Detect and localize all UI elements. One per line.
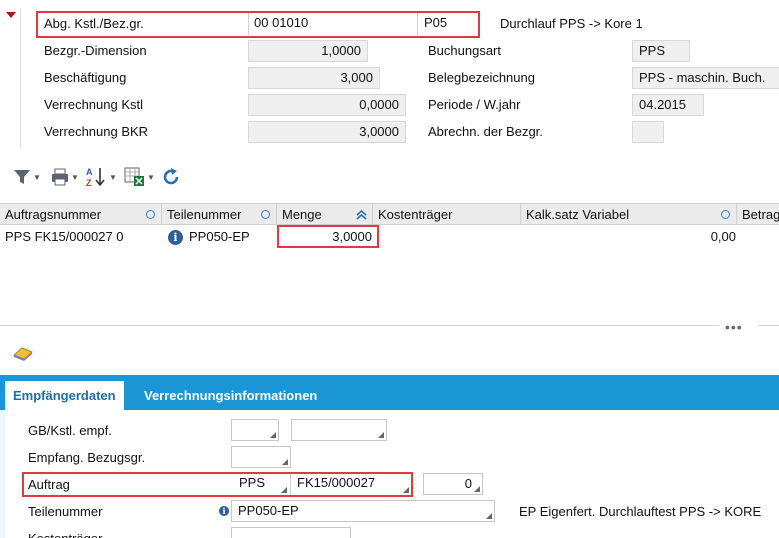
field-separator [290, 473, 291, 495]
abrechnung-field[interactable] [632, 121, 664, 143]
info-icon[interactable]: i [168, 230, 183, 245]
teilenummer-description: EP Eigenfert. Durchlauftest PPS -> KORE [519, 504, 762, 519]
gb-kstl-name-dropdown[interactable] [291, 419, 387, 441]
column-header-teilenummer[interactable]: Teilenummer [162, 204, 277, 225]
detail-panel: GB/Kstl. empf. Empfang. Bezugsgr. Auftra… [0, 410, 779, 538]
refresh-button[interactable] [160, 165, 182, 189]
print-icon [52, 168, 68, 186]
belegbezeichnung-label: Belegbezeichnung [428, 70, 535, 85]
verrechnung-bkr-field[interactable]: 3,0000 [248, 121, 406, 143]
sort-az-icon: A Z [86, 167, 105, 188]
column-header-menge[interactable]: Menge [277, 204, 373, 225]
abg-kstl-label: Abg. Kstl./Bez.gr. [44, 16, 144, 31]
belegbezeichnung-field[interactable]: PPS - maschin. Buch. [632, 67, 779, 89]
teilenummer-dropdown[interactable]: PP050-EP [231, 500, 495, 522]
buchungsart-field[interactable]: PPS [632, 40, 690, 62]
auftrag-pos-dropdown[interactable]: 0 [423, 473, 483, 495]
eraser-icon[interactable] [12, 344, 36, 362]
excel-export-icon [124, 167, 144, 186]
auftrag-number-dropdown[interactable]: FK15/000027 [291, 473, 411, 495]
splitter-line [0, 325, 719, 326]
cell-auftragsnummer: PPS FK15/000027 0 [5, 229, 124, 244]
sort-button[interactable]: A Z ▼ [86, 165, 117, 189]
auftrag-label: Auftrag [28, 477, 70, 492]
verrechnung-kstl-label: Verrechnung Kstl [44, 97, 144, 112]
tab-verrechnungsinformationen[interactable]: Verrechnungsinformationen [136, 381, 325, 410]
excel-export-button[interactable]: ▼ [124, 165, 155, 189]
column-header-label: Betrag [742, 207, 779, 222]
column-header-kalk-satz[interactable]: Kalk.satz Variabel [521, 204, 737, 225]
periode-label: Periode / W.jahr [428, 97, 521, 112]
kostentraeger-dropdown[interactable] [231, 527, 351, 538]
durchlauf-text: Durchlauf PPS -> Kore 1 [500, 16, 643, 31]
panel-left-border [0, 410, 5, 538]
auftrag-type-dropdown[interactable]: PPS [233, 473, 289, 495]
splitter-handle[interactable]: ••• [725, 319, 743, 335]
bezgr-dimension-label: Bezgr.-Dimension [44, 43, 147, 58]
column-header-label: Auftragsnummer [5, 207, 102, 222]
chevron-down-icon: ▼ [71, 172, 79, 182]
splitter-line [758, 325, 779, 326]
chevron-down-icon: ▼ [33, 172, 41, 182]
header-divider [20, 8, 21, 148]
verrechnung-bkr-label: Verrechnung BKR [44, 124, 149, 139]
periode-field[interactable]: 04.2015 [632, 94, 704, 116]
beschaeftigung-label: Beschäftigung [44, 70, 127, 85]
cell-menge[interactable]: 3,0000 [280, 226, 372, 248]
sort-ascending-icon[interactable] [356, 209, 367, 220]
column-header-kostentraeger[interactable]: Kostenträger [373, 204, 521, 225]
field-separator [417, 13, 418, 35]
empfang-bezugsgr-dropdown[interactable] [231, 446, 291, 468]
column-header-label: Teilenummer [167, 207, 242, 222]
bezgr-dimension-field[interactable]: 1,0000 [248, 40, 368, 62]
column-header-label: Kalk.satz Variabel [526, 207, 630, 222]
chevron-down-icon: ▼ [109, 172, 117, 182]
field-separator [248, 13, 249, 35]
column-header-betrag[interactable]: Betrag [737, 204, 779, 225]
kostentraeger-label: Kostenträger [28, 529, 102, 538]
cell-kalk-satz: 0,00 [710, 229, 736, 244]
cell-teilenummer: PP050-EP [189, 229, 250, 244]
abg-kstl-field[interactable]: 00 01010 [248, 13, 418, 35]
column-header-label: Menge [282, 207, 322, 222]
tab-empfaengerdaten[interactable]: Empfängerdaten [5, 381, 124, 410]
buchungsart-label: Buchungsart [428, 43, 501, 58]
grid-header: Auftragsnummer Teilenummer Menge Kostent… [0, 203, 779, 225]
column-header-auftragsnummer[interactable]: Auftragsnummer [0, 204, 162, 225]
teilenummer-label: Teilenummer [28, 504, 103, 519]
tab-bar: Empfängerdaten Verrechnungsinformationen [0, 375, 779, 410]
column-menu-icon[interactable] [146, 210, 155, 219]
gb-kstl-dropdown[interactable] [231, 419, 279, 441]
info-icon[interactable]: i [219, 506, 229, 516]
column-menu-icon[interactable] [261, 210, 270, 219]
bez-gr-field[interactable]: P05 [418, 13, 476, 35]
beschaeftigung-field[interactable]: 3,000 [248, 67, 380, 89]
column-menu-icon[interactable] [721, 210, 730, 219]
filter-button[interactable]: ▼ [12, 165, 41, 189]
verrechnung-kstl-field[interactable]: 0,0000 [248, 94, 406, 116]
collapse-arrow-icon[interactable] [6, 12, 16, 18]
abrechnung-label: Abrechn. der Bezgr. [428, 124, 543, 139]
svg-text:A: A [86, 167, 93, 177]
filter-icon [14, 170, 30, 184]
empfang-bezugsgr-label: Empfang. Bezugsgr. [28, 450, 146, 465]
chevron-down-icon: ▼ [147, 172, 155, 182]
refresh-icon [163, 168, 179, 185]
gb-kstl-label: GB/Kstl. empf. [28, 423, 112, 438]
svg-text:Z: Z [86, 178, 92, 188]
print-button[interactable]: ▼ [50, 165, 79, 189]
column-header-label: Kostenträger [378, 207, 453, 222]
